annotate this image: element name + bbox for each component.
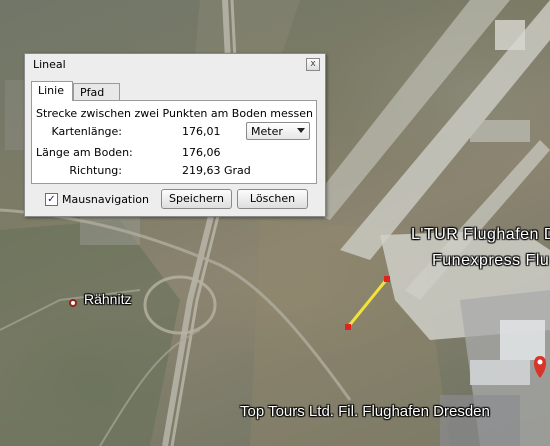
- map-length-label: Kartenlänge:: [51, 125, 122, 138]
- save-button[interactable]: Speichern: [161, 189, 232, 209]
- chevron-down-icon: [297, 128, 305, 133]
- map-length-value: 176,01: [182, 125, 221, 138]
- map-label-toptours[interactable]: Top Tours Ltd. Fil. Flughafen Dresden: [240, 403, 490, 420]
- ground-length-value: 176,06: [182, 146, 221, 159]
- dialog-title: Lineal: [33, 58, 66, 71]
- heading-value: 219,63 Grad: [182, 164, 251, 177]
- ground-length-label: Länge am Boden:: [36, 146, 133, 159]
- tab-panel-line: Strecke zwischen zwei Punkten am Boden m…: [31, 100, 317, 184]
- tab-path[interactable]: Pfad: [73, 83, 120, 100]
- tab-line[interactable]: Linie: [31, 81, 73, 101]
- heading-label: Richtung:: [69, 164, 122, 177]
- checkmark-icon: ✓: [47, 194, 56, 205]
- place-marker-icon[interactable]: [69, 299, 77, 307]
- map-label-ltur[interactable]: L'TUR Flughafen D: [411, 226, 550, 244]
- clear-button[interactable]: Löschen: [237, 189, 308, 209]
- close-button[interactable]: x: [306, 58, 320, 71]
- unit-select[interactable]: Meter: [246, 122, 310, 140]
- map-label-raehnitz[interactable]: Rähnitz: [84, 291, 131, 307]
- mouse-navigation-checkbox[interactable]: ✓: [45, 193, 58, 206]
- mouse-navigation-label[interactable]: Mausnavigation: [62, 193, 149, 206]
- ruler-dialog: Lineal x Linie Pfad Strecke zwischen zwe…: [24, 53, 326, 217]
- unit-select-value: Meter: [251, 125, 283, 138]
- map-label-funexpress[interactable]: Funexpress Flu: [432, 252, 549, 270]
- measure-description: Strecke zwischen zwei Punkten am Boden m…: [36, 107, 313, 120]
